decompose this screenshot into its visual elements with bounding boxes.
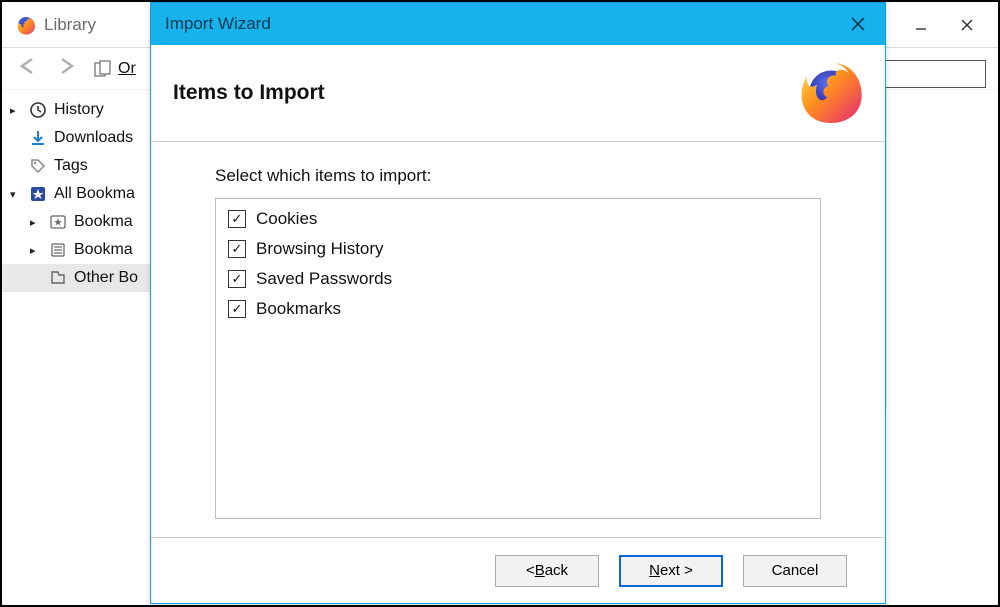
back-mnemonic: B (535, 562, 545, 579)
checkbox-icon[interactable]: ✓ (228, 270, 246, 288)
sidebar-item-label: History (54, 101, 104, 119)
import-item-label: Bookmarks (256, 299, 341, 319)
organize-menu[interactable]: Or (94, 60, 136, 78)
next-mnemonic: N (649, 562, 660, 579)
expand-icon[interactable]: ▸ (30, 216, 42, 229)
wizard-close-button[interactable] (837, 8, 879, 40)
import-item-bookmarks[interactable]: ✓ Bookmarks (228, 299, 808, 319)
minimize-button[interactable] (898, 9, 944, 41)
wizard-header: Items to Import (151, 45, 885, 142)
history-icon (28, 100, 48, 120)
bookmarks-toolbar-icon (48, 212, 68, 232)
organize-label: Or (118, 60, 136, 78)
close-button[interactable] (944, 9, 990, 41)
import-item-browsing-history[interactable]: ✓ Browsing History (228, 239, 808, 259)
bookmark-star-icon (28, 184, 48, 204)
wizard-titlebar: Import Wizard (151, 3, 885, 45)
back-button[interactable]: < Back (495, 555, 599, 587)
wizard-body: Select which items to import: ✓ Cookies … (151, 142, 885, 537)
organize-icon (94, 60, 114, 78)
library-window-controls (898, 9, 990, 41)
wizard-heading: Items to Import (173, 81, 325, 105)
tag-icon (28, 156, 48, 176)
sidebar-item-label: Bookma (74, 213, 133, 231)
import-item-label: Browsing History (256, 239, 384, 259)
import-item-label: Saved Passwords (256, 269, 392, 289)
library-right-panel (886, 90, 998, 410)
import-item-label: Cookies (256, 209, 317, 229)
sidebar-item-label: Bookma (74, 241, 133, 259)
next-button[interactable]: Next > (619, 555, 723, 587)
forward-arrow-icon[interactable] (50, 54, 82, 84)
next-rest: ext > (660, 562, 693, 579)
wizard-title: Import Wizard (165, 14, 271, 34)
wizard-footer: < Back Next > Cancel (151, 537, 885, 603)
checkbox-icon[interactable]: ✓ (228, 300, 246, 318)
back-prefix: < (526, 562, 535, 579)
back-arrow-icon[interactable] (12, 54, 44, 84)
download-icon (28, 128, 48, 148)
library-title: Library (44, 15, 96, 35)
expand-icon[interactable]: ▸ (10, 104, 22, 117)
import-item-cookies[interactable]: ✓ Cookies (228, 209, 808, 229)
cancel-label: Cancel (772, 562, 819, 579)
expand-icon[interactable]: ▸ (30, 244, 42, 257)
sidebar-item-label: Other Bo (74, 269, 138, 287)
collapse-icon[interactable]: ▾ (10, 188, 22, 201)
select-items-label: Select which items to import: (215, 166, 821, 186)
back-rest: ack (545, 562, 568, 579)
firefox-icon (16, 15, 36, 35)
import-items-list: ✓ Cookies ✓ Browsing History ✓ Saved Pas… (215, 198, 821, 519)
checkbox-icon[interactable]: ✓ (228, 210, 246, 228)
other-bookmarks-icon (48, 268, 68, 288)
sidebar-item-label: Downloads (54, 129, 133, 147)
checkbox-icon[interactable]: ✓ (228, 240, 246, 258)
firefox-logo-icon (799, 59, 863, 127)
sidebar-item-label: All Bookma (54, 185, 135, 203)
sidebar-item-label: Tags (54, 157, 88, 175)
import-wizard-dialog: Import Wizard Items to Import Select whi… (150, 2, 886, 604)
bookmarks-menu-icon (48, 240, 68, 260)
import-item-saved-passwords[interactable]: ✓ Saved Passwords (228, 269, 808, 289)
cancel-button[interactable]: Cancel (743, 555, 847, 587)
